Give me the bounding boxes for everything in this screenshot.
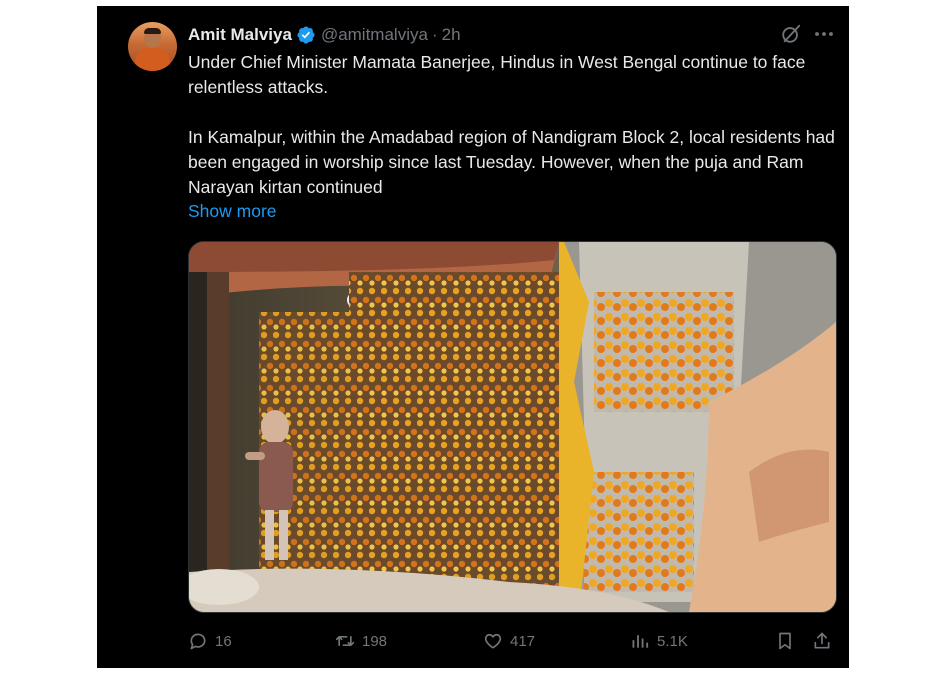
bookmark-icon	[779, 632, 791, 650]
like-icon	[484, 633, 502, 649]
reply-count: 16	[215, 632, 232, 650]
tweet-text: Under Chief Minister Mamata Banerjee, Hi…	[188, 50, 838, 200]
like-count: 417	[510, 632, 536, 650]
action-bar: 16 198 417 5.1K	[188, 628, 838, 654]
reply-icon	[190, 633, 206, 650]
repost-button[interactable]: 198	[335, 628, 387, 654]
views-icon	[632, 635, 649, 648]
author-display-name[interactable]: Amit Malviya	[188, 25, 292, 45]
author-handle[interactable]: @amitmalviya	[321, 25, 428, 45]
video-media[interactable]	[188, 241, 837, 613]
like-button[interactable]: 417	[483, 628, 535, 654]
reply-button[interactable]: 16	[188, 628, 232, 654]
share-icon	[814, 632, 830, 649]
view-count: 5.1K	[657, 632, 688, 650]
tweet-paragraph: Under Chief Minister Mamata Banerjee, Hi…	[188, 52, 806, 97]
post-timestamp[interactable]: 2h	[442, 25, 461, 45]
bookmark-button[interactable]	[775, 628, 802, 654]
video-frame-image	[189, 242, 836, 612]
tweet-paragraph: In Kamalpur, within the Amadabad region …	[188, 127, 835, 197]
share-button[interactable]	[812, 628, 839, 654]
repost-count: 198	[362, 632, 388, 650]
verified-badge-icon[interactable]	[296, 25, 316, 45]
views-button[interactable]: 5.1K	[630, 628, 688, 654]
repost-icon	[335, 636, 355, 646]
author-avatar[interactable]	[128, 22, 177, 71]
separator-dot: ·	[431, 25, 438, 44]
tweet[interactable]: Amit Malviya @amitmalviya · 2h Under Chi…	[97, 6, 849, 668]
grok-icon[interactable]	[780, 23, 802, 45]
show-more-link[interactable]: Show more	[188, 201, 277, 222]
tweet-header: Amit Malviya @amitmalviya · 2h	[188, 24, 461, 46]
more-icon[interactable]	[812, 23, 836, 45]
